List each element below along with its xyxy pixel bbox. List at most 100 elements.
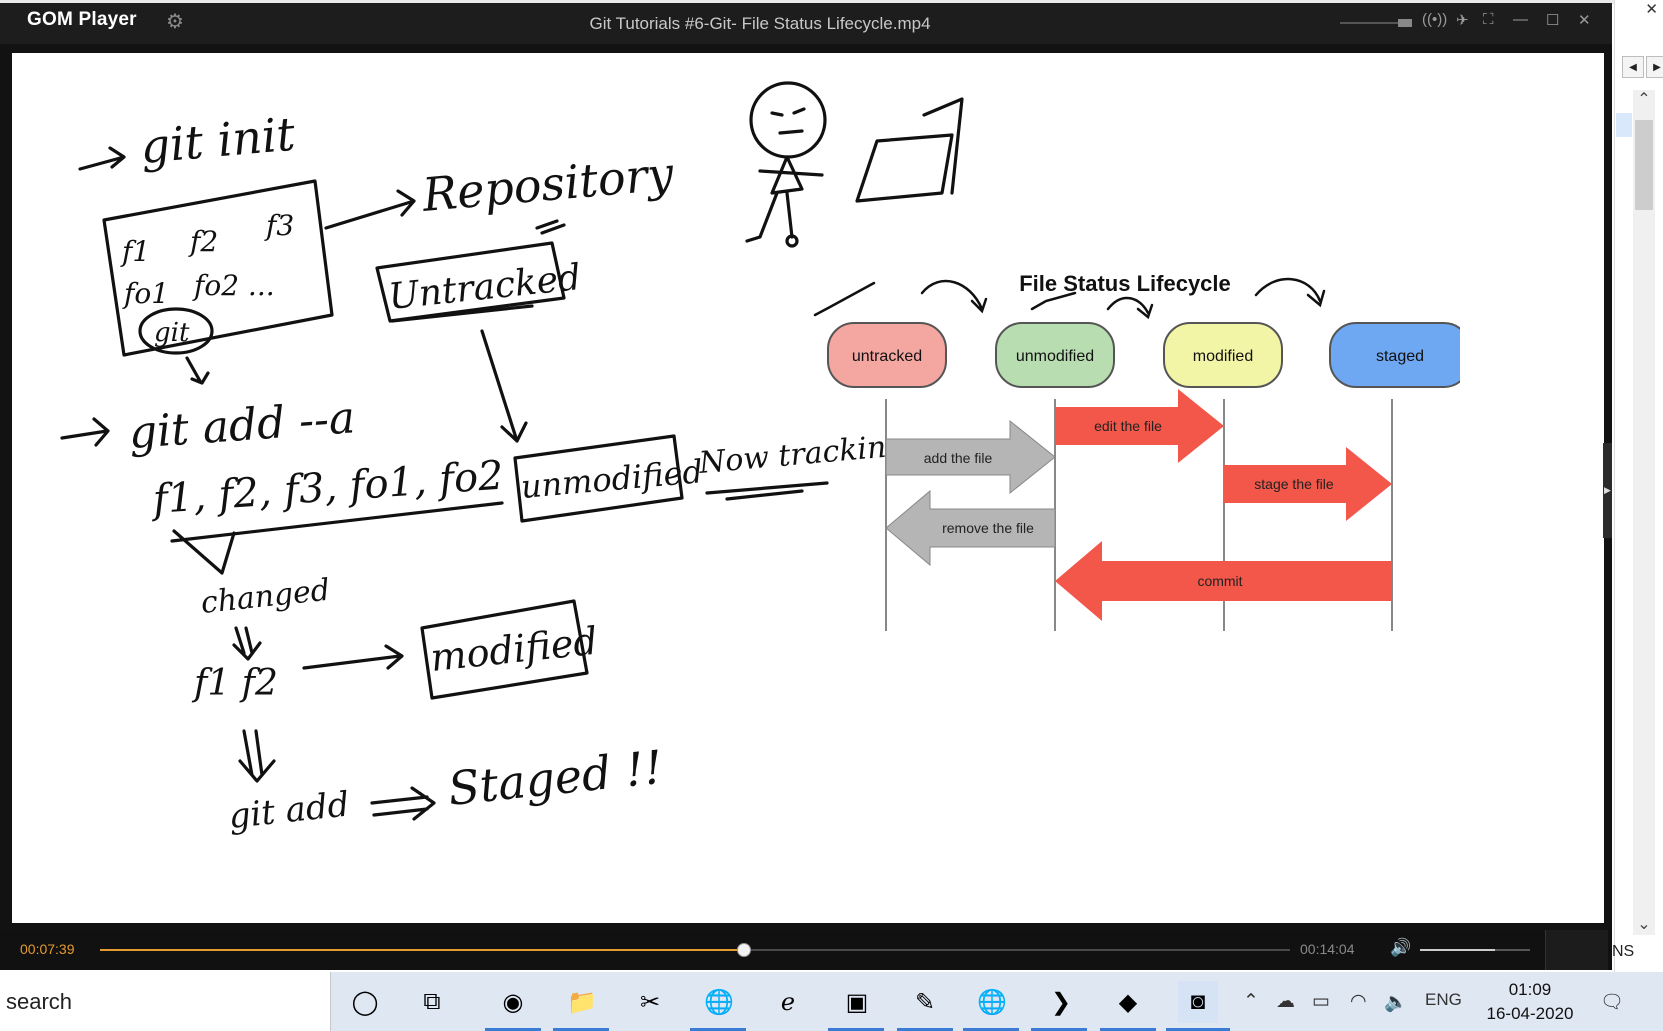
control-panel-button[interactable]	[1545, 930, 1608, 970]
stick-figure-body	[745, 155, 824, 243]
text-changed: changed	[199, 573, 331, 621]
seek-bar[interactable]	[100, 943, 1290, 957]
arrow-to-unmodified	[480, 329, 528, 443]
text-staged: Staged !!	[446, 740, 666, 816]
time-total: 00:14:04	[1300, 941, 1355, 957]
minimize-icon[interactable]: —	[1513, 11, 1528, 28]
text-file-list: f1, f2, f3, fo1, fo2	[148, 453, 505, 524]
double-arrow-git-add	[238, 729, 276, 783]
powershell-icon[interactable]: ❯	[1041, 981, 1081, 1023]
language-indicator[interactable]: ENG	[1425, 990, 1462, 1010]
maximize-icon[interactable]: ☐	[1546, 11, 1559, 29]
browser-globe-icon[interactable]: 🌐	[699, 981, 739, 1023]
audio-icon[interactable]: ((•))	[1422, 11, 1447, 28]
scroll-down-icon[interactable]: ⌄	[1633, 915, 1655, 935]
equals-mark	[535, 219, 566, 235]
file-f1: f1	[120, 235, 150, 268]
volume-bar-fill	[1420, 949, 1495, 951]
file-fo2: fo2 ...	[192, 269, 275, 302]
title-volume-slider[interactable]	[1340, 19, 1412, 27]
state-label-modified: modified	[1193, 348, 1253, 365]
file-fo1: fo1	[122, 277, 169, 310]
state-label-unmodified: unmodified	[1016, 348, 1094, 365]
diagram-title: File Status Lifecycle	[1019, 271, 1231, 296]
arrow-to-modified	[302, 644, 404, 670]
onedrive-icon[interactable]: ☁	[1276, 990, 1295, 1013]
snipping-tool-icon[interactable]: ✂	[630, 981, 670, 1023]
state-label-untracked: untracked	[852, 348, 922, 365]
text-changed-files: f1 f2	[191, 663, 278, 704]
highlight-row	[1616, 113, 1632, 137]
network-globe-icon[interactable]: 🌐	[972, 981, 1012, 1023]
close-icon[interactable]: ✕	[1645, 0, 1658, 18]
chevron-up-icon[interactable]: ⌃	[1243, 990, 1259, 1013]
clock-date: 16-04-2020	[1486, 1004, 1574, 1023]
tab-scroll-left-icon[interactable]: ◀	[1622, 56, 1644, 78]
speaker-icon[interactable]: 🔊	[1390, 938, 1411, 958]
playback-controls: 00:07:39 00:14:04 🔊	[0, 930, 1612, 970]
text-repository: Repository	[419, 146, 676, 222]
volume-icon[interactable]: 🔈	[1384, 990, 1408, 1014]
stick-figure-foot	[785, 234, 799, 248]
text-git-add-a: git add --a	[127, 392, 356, 459]
panel-expand-handle[interactable]: ▶	[1603, 443, 1612, 538]
window-close-icon[interactable]: ✕	[1578, 11, 1591, 29]
double-arrow-changed	[232, 626, 262, 661]
system-clock[interactable]: 01:09 16-04-2020	[1475, 978, 1585, 1026]
state-label-staged: staged	[1376, 348, 1424, 365]
title-bar[interactable]: GOM Player ⚙ Git Tutorials #6-Git- File …	[0, 3, 1612, 44]
double-arrow-staged	[370, 786, 436, 821]
search-text[interactable]: search	[6, 989, 72, 1015]
transition-label-remove: remove the file	[942, 520, 1034, 536]
stick-figure-head	[749, 81, 827, 159]
git-icon[interactable]: ◆	[1108, 981, 1148, 1023]
text-git-circle: git	[154, 318, 190, 348]
file-explorer-icon[interactable]: 📁	[562, 981, 602, 1023]
scroll-thumb[interactable]	[1635, 120, 1653, 210]
notepad-icon[interactable]: ✎	[905, 981, 945, 1023]
text-modified: modified	[428, 619, 599, 680]
fullscreen-icon[interactable]: ⛶	[1483, 11, 1494, 28]
scroll-up-icon[interactable]: ⌃	[1633, 90, 1655, 110]
video-title: Git Tutorials #6-Git- File Status Lifecy…	[589, 14, 931, 33]
flag-drawing	[855, 97, 964, 203]
text-git-init: git init	[138, 107, 297, 174]
edge-icon[interactable]: ℯ	[768, 981, 808, 1023]
annotation-curve-2	[1106, 296, 1154, 320]
battery-icon[interactable]: ▭	[1312, 990, 1330, 1013]
wifi-icon[interactable]: ◠	[1350, 990, 1367, 1013]
chrome-icon[interactable]: ◉	[493, 981, 533, 1023]
search-box[interactable]: search	[0, 972, 331, 1031]
repo-box	[102, 179, 334, 357]
pin-icon[interactable]: ✈	[1456, 11, 1469, 29]
clock-time: 01:09	[1508, 980, 1552, 999]
stick-figure-face	[770, 107, 806, 135]
vertical-scrollbar[interactable]: ⌃ ⌄	[1633, 90, 1655, 935]
notification-icon[interactable]: 🗨	[1600, 990, 1624, 1014]
arrow-from-git	[185, 356, 210, 385]
arrow-git-init	[78, 146, 126, 171]
window-app-icon[interactable]: ▣	[837, 981, 877, 1023]
gom-player-icon[interactable]: ◙	[1178, 981, 1218, 1023]
task-view-icon[interactable]: ⧉	[412, 981, 452, 1023]
file-f2: f2	[188, 225, 218, 258]
seek-knob[interactable]	[736, 943, 751, 957]
time-current: 00:07:39	[20, 941, 75, 957]
volume-bar[interactable]	[1420, 949, 1530, 951]
transition-label-add: add the file	[924, 450, 993, 466]
cortana-icon[interactable]: ◯	[345, 981, 385, 1023]
annotation-curve-1	[920, 279, 988, 314]
video-frame[interactable]: git init f1 f2 f3 fo1 fo2 ... git Reposi…	[12, 53, 1604, 923]
transition-label-stage: stage the file	[1254, 476, 1334, 492]
background-text-fragment: NS	[1612, 943, 1635, 960]
seek-bar-fill	[100, 949, 743, 951]
file-f3: f3	[264, 209, 294, 242]
arrow-git-add-a	[60, 417, 110, 447]
tab-scroll-arrows: ◀ ▶	[1622, 56, 1663, 78]
transition-label-commit: commit	[1197, 573, 1242, 589]
text-git-add: git add	[227, 785, 351, 837]
now-tracking-underline	[705, 481, 829, 501]
file-status-lifecycle-diagram: File Status Lifecycle untracked unmodifi…	[813, 271, 1460, 631]
tab-scroll-right-icon[interactable]: ▶	[1646, 56, 1663, 78]
transition-label-edit: edit the file	[1094, 418, 1162, 434]
